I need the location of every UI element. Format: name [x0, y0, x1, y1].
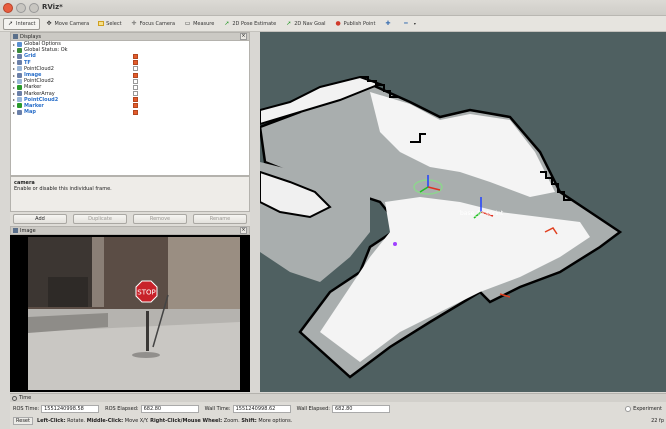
display-enabled-checkbox[interactable] — [133, 91, 138, 97]
toolbar: ➚ Interact ✥ Move Camera Select ✛ Focus … — [0, 16, 666, 32]
display-item-label: TF — [24, 59, 31, 66]
tool-2d-pose-estimate[interactable]: ➚ 2D Pose Estimate — [220, 18, 279, 30]
display-type-icon — [17, 66, 22, 72]
title-bar: RViz* — [0, 0, 666, 16]
ros-elapsed-value: 682.80 — [140, 404, 199, 413]
plus-icon: ✚ — [385, 20, 391, 27]
tool-2d-nav-goal[interactable]: ➚ 2D Nav Goal — [282, 18, 328, 30]
camera-image-view: STOP — [10, 235, 250, 392]
display-type-icon — [17, 97, 22, 103]
display-type-icon — [17, 72, 22, 78]
window-title: RViz* — [42, 3, 63, 11]
displays-icon — [13, 34, 18, 39]
rotate-icon: ✥ — [46, 20, 52, 27]
display-enabled-checkbox[interactable] — [133, 53, 138, 59]
display-enabled-checkbox[interactable] — [133, 97, 138, 103]
frame-label: base_footprint — [460, 210, 504, 217]
display-item-label: Image — [24, 72, 42, 79]
add-button[interactable]: Add — [13, 214, 67, 224]
display-item-label: Map — [24, 109, 36, 116]
duplicate-button[interactable]: Duplicate — [73, 214, 127, 224]
time-panel-header: Time — [10, 394, 666, 402]
time-panel: Time ROS Time: 1551240998.58 ROS Elapsed… — [10, 393, 666, 429]
tool-remove[interactable]: ━ ▾ — [399, 18, 423, 30]
display-type-icon — [17, 103, 22, 109]
left-dock: Displays × ▸ Global Options ▸ Global Status… — [10, 32, 250, 394]
rename-button[interactable]: Rename — [193, 214, 247, 224]
display-enabled-checkbox[interactable] — [133, 72, 138, 78]
stop-sign-text: STOP — [137, 289, 155, 297]
minimize-window-button[interactable] — [16, 3, 26, 13]
experimental-checkbox[interactable] — [625, 405, 632, 412]
camera-image: STOP — [28, 237, 240, 390]
ros-time-value: 1551240998.58 — [41, 404, 100, 413]
time-fields: ROS Time: 1551240998.58 ROS Elapsed: 682… — [13, 404, 662, 413]
maximize-window-button[interactable] — [29, 3, 39, 13]
dock-splitter[interactable] — [250, 32, 260, 394]
display-item-label: PointCloud2 — [24, 96, 59, 103]
tool-publish-point[interactable]: ● Publish Point — [332, 18, 379, 30]
display-enabled-checkbox[interactable] — [133, 109, 138, 115]
reset-button[interactable]: Reset — [13, 416, 33, 425]
minus-icon: ━ — [404, 20, 408, 27]
wall-elapsed-value: 682.80 — [331, 404, 390, 413]
close-image-panel-icon[interactable]: × — [240, 227, 247, 234]
display-item-label: Global Options — [24, 41, 61, 48]
tool-measure[interactable]: ▭ Measure — [181, 18, 217, 30]
image-panel-header: Image × — [10, 226, 250, 235]
camera-scene: STOP — [28, 237, 240, 390]
display-type-icon — [17, 109, 22, 115]
display-type-icon — [17, 47, 22, 53]
clock-icon — [12, 395, 17, 401]
display-type-icon — [17, 78, 22, 84]
tool-add[interactable]: ✚ — [381, 18, 396, 30]
display-enabled-checkbox[interactable] — [133, 66, 138, 72]
display-item-label: PointCloud2 — [24, 78, 54, 85]
display-type-icon — [17, 60, 22, 66]
display-enabled-checkbox[interactable] — [133, 78, 138, 84]
tool-interact[interactable]: ➚ Interact — [3, 17, 40, 30]
display-enabled-checkbox[interactable] — [133, 60, 138, 66]
pin-icon: ● — [335, 20, 341, 27]
tool-select[interactable]: Select — [95, 18, 124, 30]
display-enabled-checkbox[interactable] — [133, 103, 138, 109]
display-type-icon — [17, 53, 22, 59]
chevron-down-icon: ▾ — [413, 21, 416, 26]
remove-button[interactable]: Remove — [133, 214, 187, 224]
fps-readout: 22 fp — [651, 417, 664, 424]
displays-panel-header: Displays × — [10, 32, 250, 41]
display-item-label: Marker — [24, 84, 42, 91]
close-window-button[interactable] — [3, 3, 13, 13]
green-arrow-icon: ➚ — [286, 20, 292, 27]
display-buttons: Add Duplicate Remove Rename — [10, 212, 250, 226]
displays-tree[interactable]: ▸ Global Options ▸ Global Status: Ok ▸ Grid ▸ T… — [10, 41, 250, 176]
ruler-icon: ▭ — [184, 20, 191, 27]
display-item-label: PointCloud2 — [24, 65, 54, 72]
status-bar: Reset Left-Click: Rotate. Middle-Click: … — [10, 415, 666, 426]
tool-move-camera[interactable]: ✥ Move Camera — [43, 18, 93, 30]
wall-time-value: 1551240998.62 — [232, 404, 291, 413]
display-type-icon — [17, 91, 22, 97]
display-type-icon — [17, 41, 22, 47]
display-item[interactable]: ▸ Map — [11, 109, 249, 115]
focus-icon: ✛ — [131, 20, 137, 27]
map-render: base_footprint — [260, 32, 666, 392]
display-item-label: MarkerArray — [24, 90, 55, 97]
display-item-label: Global Status: Ok — [24, 47, 68, 54]
tool-focus-camera[interactable]: ✛ Focus Camera — [128, 18, 179, 30]
select-icon — [98, 21, 105, 26]
display-type-icon — [17, 84, 22, 90]
green-arrow-icon: ➚ — [224, 20, 230, 27]
image-icon — [13, 228, 18, 233]
display-description: camera Enable or disable this individual… — [10, 176, 250, 212]
close-panel-icon[interactable]: × — [240, 33, 247, 40]
experimental-toggle[interactable]: Experiment — [625, 405, 662, 412]
pointer-icon: ➚ — [7, 20, 14, 27]
3d-viewport[interactable]: base_footprint — [260, 32, 666, 392]
display-enabled-checkbox[interactable] — [133, 84, 138, 90]
display-item-label: Marker — [24, 102, 44, 109]
display-item-label: Grid — [24, 53, 36, 60]
description-text: Enable or disable this individual frame. — [14, 186, 112, 192]
